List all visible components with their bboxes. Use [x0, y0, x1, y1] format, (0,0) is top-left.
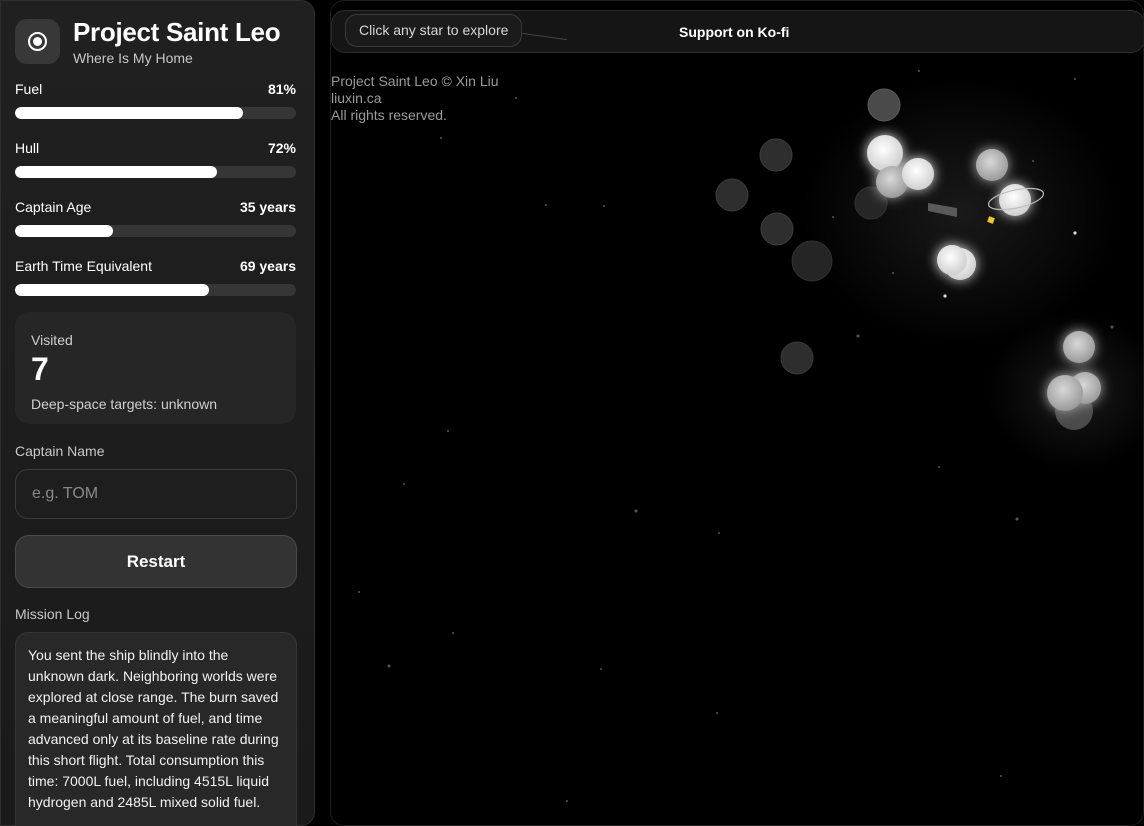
star[interactable]	[867, 88, 901, 122]
hint-connector	[522, 32, 567, 41]
nebula-halo	[801, 76, 1121, 346]
stat-value: 81%	[267, 81, 296, 97]
earth-time-progress-bar	[15, 284, 296, 296]
bright-speck	[943, 294, 947, 298]
fuel-progress-bar	[15, 107, 296, 119]
visited-label: Visited	[31, 332, 73, 348]
star[interactable]	[937, 245, 967, 275]
mission-log-text: You sent the ship blindly into the unkno…	[15, 632, 297, 826]
star[interactable]	[902, 158, 934, 190]
credit-line: All rights reserved.	[331, 107, 447, 123]
stat-label: Hull	[15, 140, 40, 156]
orbit-target-icon	[15, 18, 60, 64]
stat-fuel: Fuel 81%	[15, 81, 296, 119]
dust-speck	[918, 70, 920, 72]
dust-speck	[634, 509, 638, 513]
mission-log-label: Mission Log	[15, 606, 90, 622]
dust-speck	[440, 137, 442, 139]
kofi-support-link[interactable]: Support on Ko-fi	[679, 24, 789, 40]
dust-speck	[716, 712, 718, 714]
stat-label: Fuel	[15, 81, 43, 97]
stat-value: 72%	[267, 140, 296, 156]
star[interactable]	[759, 138, 793, 172]
star[interactable]	[1063, 331, 1095, 363]
stat-label: Captain Age	[15, 199, 92, 215]
dust-speck	[403, 483, 405, 485]
dust-speck	[1032, 160, 1034, 162]
dust-speck	[600, 668, 602, 670]
captain-age-progress-bar	[15, 225, 296, 237]
stat-value: 69 years	[239, 258, 296, 274]
space-map[interactable]: Click any star to explore Support on Ko-…	[330, 0, 1144, 826]
dust-speck	[603, 205, 605, 207]
explore-hint: Click any star to explore	[345, 14, 523, 47]
stat-label: Earth Time Equivalent	[15, 258, 152, 274]
hull-progress-bar	[15, 166, 296, 178]
dust-speck	[1000, 775, 1002, 777]
top-toolbar: Click any star to explore Support on Ko-…	[331, 10, 1143, 53]
app-title: Project Saint Leo	[73, 16, 281, 47]
bright-speck	[1073, 231, 1077, 235]
star[interactable]	[976, 149, 1008, 181]
deep-space-note: Deep-space targets: unknown	[31, 396, 217, 412]
dust-speck	[718, 532, 720, 534]
dust-speck	[1074, 78, 1076, 80]
dust-speck	[358, 591, 360, 593]
dust-speck	[1015, 517, 1019, 521]
dust-speck	[1110, 325, 1114, 329]
dust-speck	[892, 272, 894, 274]
stat-captain-age: Captain Age 35 years	[15, 199, 296, 237]
star[interactable]	[1047, 375, 1083, 411]
visited-card: Visited 7 Deep-space targets: unknown	[15, 312, 296, 424]
dust-speck	[545, 204, 547, 206]
starfield-canvas[interactable]	[331, 1, 1144, 826]
control-sidebar: Project Saint Leo Where Is My Home Fuel …	[0, 0, 315, 826]
restart-button[interactable]: Restart	[15, 535, 297, 588]
credit-link[interactable]: liuxin.ca	[331, 90, 499, 107]
dust-speck	[938, 466, 940, 468]
captain-name-label: Captain Name	[15, 443, 105, 459]
stat-earth-time: Earth Time Equivalent 69 years	[15, 258, 296, 296]
star[interactable]	[867, 135, 903, 171]
app-subtitle: Where Is My Home	[73, 49, 193, 66]
brand-header: Project Saint Leo Where Is My Home	[15, 15, 296, 67]
captain-name-input[interactable]	[15, 469, 297, 519]
stat-value: 35 years	[239, 199, 296, 215]
dust-speck	[856, 334, 860, 338]
dust-speck	[447, 430, 449, 432]
dust-speck	[515, 97, 517, 99]
dust-speck	[832, 216, 834, 218]
visited-count: 7	[31, 351, 49, 387]
stat-hull: Hull 72%	[15, 140, 296, 178]
star[interactable]	[791, 240, 833, 282]
dust-speck	[387, 664, 391, 668]
star[interactable]	[780, 341, 814, 375]
star[interactable]	[715, 178, 749, 212]
dust-speck	[566, 800, 568, 802]
credits: Project Saint Leo © Xin Liu liuxin.ca Al…	[331, 73, 499, 124]
credit-line: Project Saint Leo © Xin Liu	[331, 73, 499, 89]
star[interactable]	[760, 212, 794, 246]
dust-speck	[452, 632, 454, 634]
